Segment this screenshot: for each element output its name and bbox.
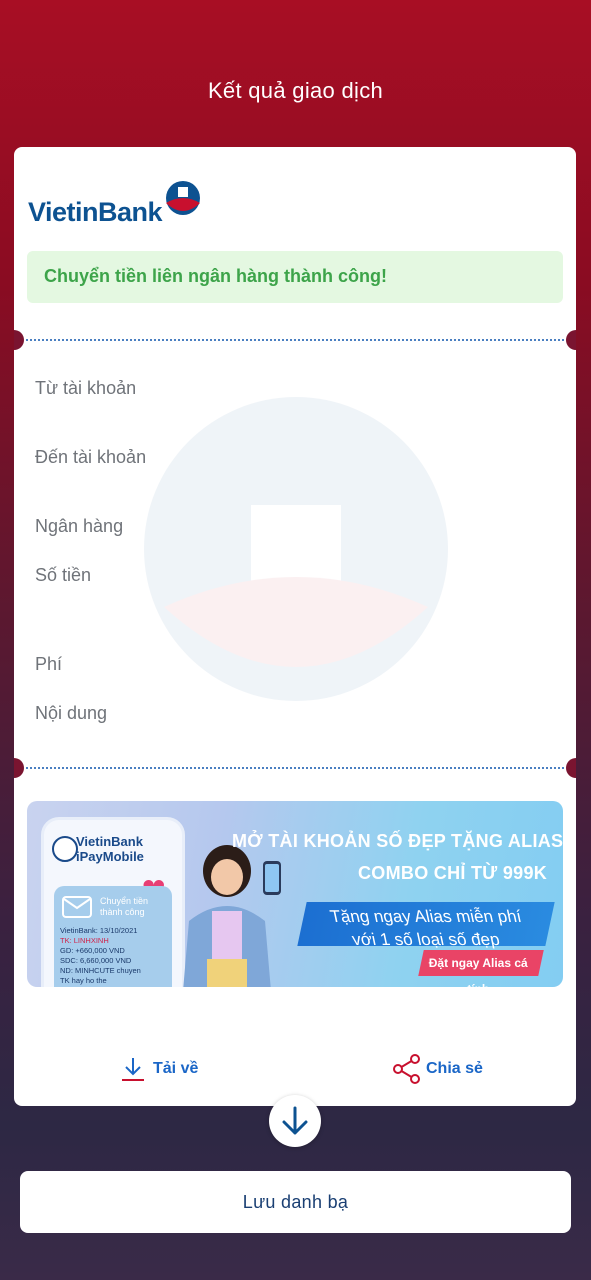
left-notch-top (14, 330, 24, 350)
divider-top (26, 339, 564, 341)
notification-line2: thành công (100, 907, 145, 917)
logo-wordmark: VietinBank (28, 197, 163, 227)
receipt-card: VietinBank Chuyển tiền liên ngân hàng th… (14, 147, 576, 1106)
sms-line: TK hay ho the (60, 976, 107, 985)
label-amount: Số tiền (35, 565, 92, 585)
offer-line2: với 1 số loại số đẹp (350, 930, 502, 949)
promo-person-illustration (183, 845, 281, 987)
notification-bubble: Chuyển tiền thành công VietinBank: 13/10… (54, 886, 172, 987)
sms-preview: VietinBank: 13/10/2021 TK: LINHXINH GD: … (60, 926, 141, 986)
promo-offer: Tặng ngay Alias miễn phí với 1 số loại s… (297, 902, 555, 949)
right-notch-bottom (566, 758, 576, 778)
share-label: Chia sẻ (426, 1060, 483, 1077)
left-notch-bottom (14, 758, 24, 778)
logo-emblem-icon (166, 181, 200, 215)
label-fee: Phí (35, 654, 63, 674)
notification-text: Chuyển tiền thành công (100, 896, 148, 918)
right-notch-top (566, 330, 576, 350)
success-message: Chuyển tiền liên ngân hàng thành công! (44, 266, 387, 286)
label-from-account: Từ tài khoản (35, 378, 137, 398)
mail-icon (62, 896, 92, 918)
scroll-down-button[interactable] (269, 1095, 321, 1147)
app-name-line1: VietinBank (76, 834, 143, 849)
success-banner: Chuyển tiền liên ngân hàng thành công! (27, 251, 563, 303)
share-icon (393, 1054, 420, 1084)
sms-line: SDC: 6,660,000 VND (60, 956, 132, 965)
label-content: Nội dung (35, 703, 108, 723)
label-bank: Ngân hàng (35, 516, 124, 536)
app-name: VietinBank iPayMobile (76, 834, 144, 864)
promo-cta-button[interactable]: Đặt ngay Alias cá tính (418, 950, 544, 987)
phone-mockup: VietinBank iPayMobile ❤ Chuyển tiền thàn… (41, 817, 185, 987)
divider-bottom (26, 767, 564, 769)
arrow-down-icon (282, 1106, 308, 1135)
label-to-account: Đến tài khoản (35, 447, 147, 467)
promo-headline: MỞ TÀI KHOẢN SỐ ĐẸP TẶNG ALIAS (232, 831, 563, 851)
sms-line: TK: LINHXINH (60, 936, 109, 945)
watermark-logo-icon (144, 397, 448, 701)
sms-line: ND: MINHCUTE chuyen (60, 966, 141, 975)
save-contact-button[interactable]: Lưu danh bạ (20, 1171, 571, 1233)
promo-cta-label: Đặt ngay Alias cá tính (428, 956, 528, 987)
page-title: Kết quả giao dịch (207, 78, 384, 103)
download-icon (122, 1058, 144, 1081)
offer-line1: Tặng ngay Alias miễn phí (328, 907, 524, 926)
sms-line: VietinBank: 13/10/2021 (60, 926, 138, 935)
promo-subheadline: COMBO CHỈ TỪ 999K (358, 863, 548, 883)
app-name-line2: iPayMobile (76, 849, 144, 864)
sms-line: GD: +660,000 VND (60, 946, 125, 955)
notification-line1: Chuyển tiền (100, 896, 149, 906)
download-label: Tải về (153, 1060, 199, 1077)
promo-banner[interactable]: VietinBank iPayMobile ❤ Chuyển tiền thàn… (27, 801, 563, 987)
app-logo-icon (52, 836, 78, 862)
